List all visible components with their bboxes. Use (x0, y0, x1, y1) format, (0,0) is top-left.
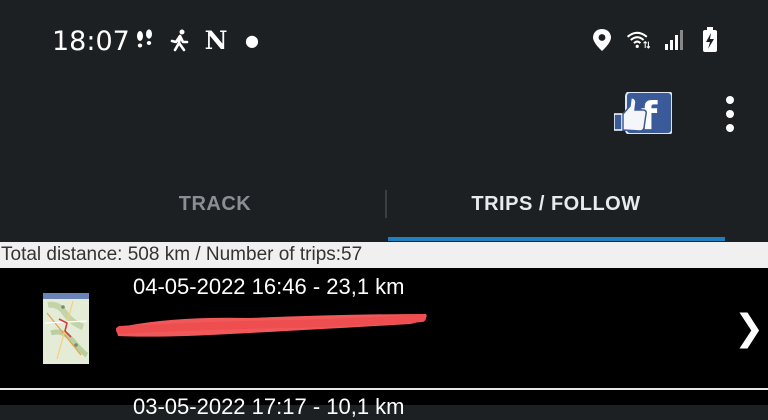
chevron-right-icon[interactable]: ❯ (734, 308, 764, 349)
tab-selected-indicator (388, 237, 725, 241)
overflow-menu-icon[interactable] (718, 96, 742, 132)
redacted-subtitle (110, 306, 430, 340)
tab-bar: TRACK TRIPS / FOLLOW (0, 168, 768, 242)
netflix-icon: N (204, 25, 228, 55)
trip-title: 03-05-2022 17:17 - 10,1 km (133, 394, 405, 419)
dot-icon: ● (245, 30, 259, 50)
location-icon (590, 28, 614, 52)
footprints-icon (132, 28, 156, 52)
tab-track[interactable]: TRACK (44, 168, 386, 240)
system-icons (590, 27, 722, 52)
status-bar: 18:07 N ● (0, 0, 768, 84)
map-thumbnail (43, 293, 89, 364)
wifi-icon (626, 28, 650, 52)
status-time: 18:07 (52, 26, 130, 57)
facebook-like-icon[interactable]: f (613, 91, 673, 138)
notification-icons: N ● (132, 25, 264, 55)
trips-summary: Total distance: 508 km / Number of trips… (0, 242, 768, 268)
list-item[interactable]: 04-05-2022 16:46 - 23,1 km ❯ (0, 268, 768, 388)
battery-charging-icon (698, 27, 722, 52)
trip-title: 04-05-2022 16:46 - 23,1 km (133, 274, 405, 299)
walking-person-icon (168, 28, 192, 52)
tab-trips-follow[interactable]: TRIPS / FOLLOW (386, 168, 726, 240)
list-divider (0, 388, 768, 390)
trips-list[interactable]: 04-05-2022 16:46 - 23,1 km ❯ 03-05-2022 … (0, 268, 768, 419)
signal-icon (662, 28, 686, 52)
